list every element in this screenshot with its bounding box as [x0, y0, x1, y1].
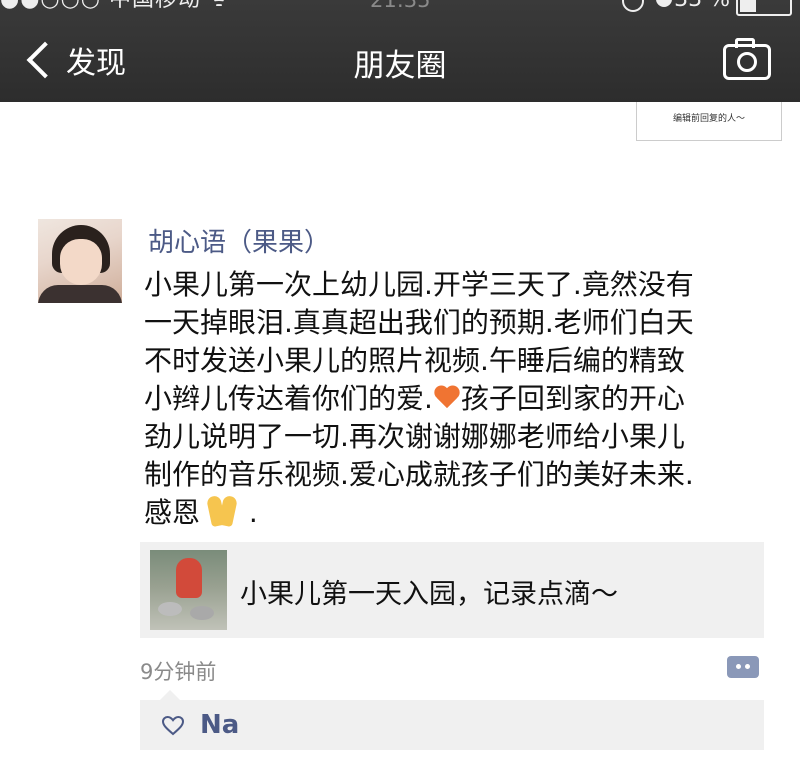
clock: 21:35	[370, 0, 431, 12]
shared-link-card[interactable]: 小果儿第一天入园，记录点滴～	[140, 542, 764, 638]
folded-hands-icon	[204, 494, 240, 528]
likes-bar: Na	[140, 690, 764, 750]
post-text-line: 小果儿第一次上幼儿园.开学三天了.竟然没有	[144, 268, 694, 301]
previous-post-snippet: 编辑前回复的人～	[672, 114, 745, 124]
author-name[interactable]: 胡心语（果果）	[148, 222, 330, 259]
avatar-face	[60, 239, 102, 285]
post-text-segment: .	[240, 496, 258, 529]
post-timestamp: 9分钟前	[140, 660, 217, 684]
post-text-line: 制作的音乐视频.爱心成就孩子们的美好未来.	[144, 458, 694, 491]
heart-outline-icon	[162, 716, 184, 736]
post-text-line: 劲儿说明了一切.再次谢谢娜娜老师给小果儿	[144, 420, 685, 453]
post-text-segment: 孩子回到家的开心	[460, 382, 685, 415]
liker-name[interactable]: Na	[200, 710, 239, 740]
camera-lens	[737, 52, 757, 72]
orange-heart-icon	[433, 384, 461, 412]
thumbnail-bowl	[190, 606, 214, 620]
post-text-line: 小辫儿传达着你们的爱. 孩子回到家的开心	[144, 380, 764, 418]
thumbnail-child	[176, 558, 202, 598]
alarm-icon	[656, 0, 672, 7]
carrier-label: ●●○○○ 中国移动 ᯤ	[0, 0, 230, 14]
post-text-segment: 小辫儿传达着你们的爱.	[144, 382, 433, 415]
status-bar: ●●○○○ 中国移动 ᯤ 21:35 33 %	[0, 0, 800, 16]
page-title: 朋友圈	[353, 48, 447, 84]
post-text-line: 一天掉眼泪.真真超出我们的预期.老师们白天	[144, 306, 694, 339]
rotation-lock-icon	[622, 0, 644, 12]
battery-icon	[736, 0, 792, 16]
post-text-line: 感恩 .	[144, 494, 764, 532]
avatar[interactable]	[38, 219, 122, 303]
thumbnail-bowl	[158, 602, 182, 616]
post-text-segment: 感恩	[144, 496, 201, 529]
link-title: 小果儿第一天入园，记录点滴～	[240, 579, 618, 610]
post-text-line: 不时发送小果儿的照片视频.午睡后编的精致	[144, 344, 685, 377]
camera-icon[interactable]	[723, 38, 771, 80]
avatar-shoulder	[38, 285, 122, 303]
link-thumbnail	[150, 550, 227, 630]
comment-icon[interactable]	[727, 656, 759, 678]
previous-post-card[interactable]: 编辑前回复的人～	[636, 102, 782, 141]
post-text: 小果儿第一次上幼儿园.开学三天了.竟然没有 一天掉眼泪.真真超出我们的预期.老师…	[144, 266, 764, 532]
navigation-bar: ●●○○○ 中国移动 ᯤ 21:35 33 % 发现 朋友圈	[0, 0, 800, 102]
battery-percent: 33 %	[674, 0, 730, 14]
